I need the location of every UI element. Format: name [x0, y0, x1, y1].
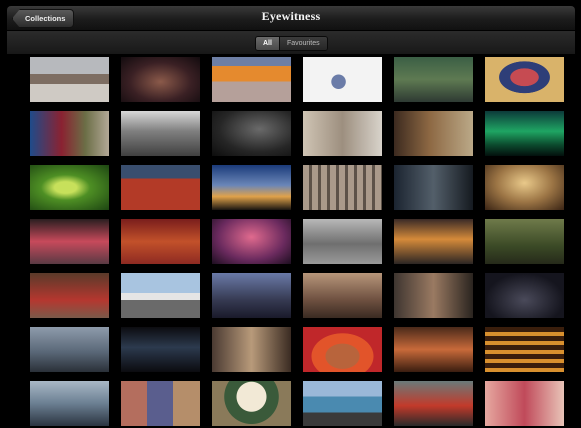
photo-thumbnail-misty-city[interactable] [30, 327, 109, 372]
app-frame: Collections Eyewitness All Favourites [7, 6, 575, 426]
filter-all-tab[interactable]: All [256, 37, 279, 50]
photo-thumbnail-royal-audience[interactable] [30, 273, 109, 318]
photo-thumbnail-empty-room[interactable] [394, 111, 473, 156]
photo-thumbnail-swans-lake[interactable] [30, 381, 109, 426]
photo-thumbnail-forest-figure[interactable] [485, 219, 564, 264]
photo-thumbnail-floral-tribute[interactable] [30, 111, 109, 156]
photo-thumbnail-hat-crowd[interactable] [212, 327, 291, 372]
photo-grid [30, 57, 564, 426]
photo-thumbnail-smoke-silhouettes[interactable] [212, 111, 291, 156]
photo-thumbnail-stadium-lights[interactable] [121, 57, 200, 102]
photo-thumbnail-turban-face[interactable] [303, 327, 382, 372]
filter-segmented-control: All Favourites [255, 36, 328, 51]
photo-thumbnail-stadium-crowd[interactable] [30, 57, 109, 102]
photo-thumbnail-locomotive[interactable] [394, 381, 473, 426]
photo-thumbnail-airfield[interactable] [121, 273, 200, 318]
photo-thumbnail-nuns-procession[interactable] [485, 381, 564, 426]
photo-thumbnail-green-frog[interactable] [30, 165, 109, 210]
navigation-bar: Collections Eyewitness [7, 6, 575, 31]
photo-thumbnail-cathedral-interior[interactable] [485, 165, 564, 210]
photo-thumbnail-woman-sunglasses[interactable] [212, 381, 291, 426]
photo-thumbnail-sunset-horizon[interactable] [212, 165, 291, 210]
photo-thumbnail-aurora[interactable] [485, 111, 564, 156]
photo-thumbnail-sunset-water[interactable] [394, 219, 473, 264]
photo-thumbnail-dance-performance[interactable] [30, 219, 109, 264]
photo-thumbnail-festival-costumes[interactable] [394, 327, 473, 372]
photo-thumbnail-union-jack-bed[interactable] [485, 57, 564, 102]
photo-thumbnail-protest-crowd[interactable] [212, 273, 291, 318]
photo-thumbnail-market-stall[interactable] [394, 273, 473, 318]
photo-thumbnail-embrace[interactable] [394, 165, 473, 210]
photo-thumbnail-orange-smoke[interactable] [212, 57, 291, 102]
photo-thumbnail-mountain-valley[interactable] [121, 111, 200, 156]
photo-thumbnail-apartment-block[interactable] [303, 165, 382, 210]
photo-thumbnail-red-costumes[interactable] [121, 219, 200, 264]
photo-thumbnail-child-white-bg[interactable] [303, 57, 382, 102]
photo-thumbnail-bar-shelves[interactable] [485, 327, 564, 372]
photo-thumbnail-family-portrait[interactable] [394, 57, 473, 102]
photo-thumbnail-room-interior[interactable] [303, 111, 382, 156]
photo-thumbnail-control-room[interactable] [121, 327, 200, 372]
photo-thumbnail-children-running[interactable] [303, 219, 382, 264]
page-title: Eyewitness [261, 9, 321, 23]
filter-bar: All Favourites [7, 31, 575, 55]
photo-thumbnail-stage-show[interactable] [212, 219, 291, 264]
photo-thumbnail-night-crowd[interactable] [485, 273, 564, 318]
photo-thumbnail-rubble-street[interactable] [303, 273, 382, 318]
filter-favourites-tab[interactable]: Favourites [279, 37, 327, 50]
photo-thumbnail-hippo-water[interactable] [303, 381, 382, 426]
photo-thumbnail-red-formation[interactable] [121, 165, 200, 210]
photo-thumbnail-collage-portraits[interactable] [121, 381, 200, 426]
